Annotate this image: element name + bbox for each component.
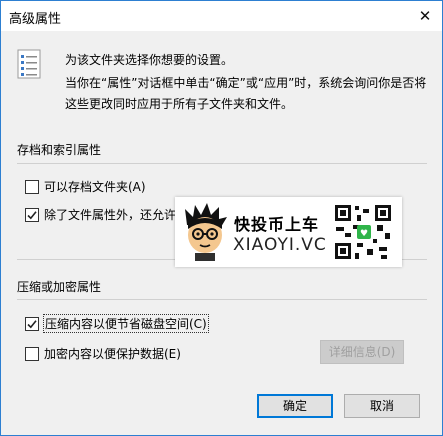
watermark-overlay: 快投币上车 XIAOYI.VC ♥ [175, 197, 402, 267]
advanced-attributes-dialog: 高级属性 ✕ 为该文件夹选择你想要的设置。 当你在“属性”对话框中单击“确定”或… [0, 0, 443, 436]
title-bar[interactable]: 高级属性 ✕ [1, 1, 442, 31]
qr-code-icon: ♥ [333, 203, 393, 261]
cancel-button[interactable]: 取消 [344, 394, 420, 418]
archive-checkbox[interactable]: 可以存档文件夹(A) [25, 178, 146, 195]
compress-checkbox-label: 压缩内容以便节省磁盘空间(C) [43, 314, 209, 333]
instruction-text: 为该文件夹选择你想要的设置。 [65, 53, 234, 67]
window-title: 高级属性 [9, 12, 62, 27]
archive-checkbox-label: 可以存档文件夹(A) [44, 180, 146, 194]
svg-text:♥: ♥ [360, 229, 368, 239]
cartoon-avatar-icon [185, 203, 227, 261]
compress-group-title: 压缩或加密属性 [17, 280, 102, 294]
watermark-name: 快投币上车 [234, 215, 320, 234]
archive-group-divider [17, 163, 427, 164]
index-checkbox[interactable]: 除了文件属性外，还允许 [25, 206, 176, 223]
encrypt-checkbox-label: 加密内容以便保护数据(E) [44, 347, 181, 361]
checkbox-unchecked-icon[interactable] [25, 346, 39, 361]
checkbox-unchecked-icon[interactable] [25, 179, 39, 194]
checkmark-icon[interactable] [25, 207, 39, 222]
archive-group-title: 存档和索引属性 [17, 143, 102, 157]
index-checkbox-label: 除了文件属性外，还允许 [44, 208, 177, 222]
encrypt-checkbox[interactable]: 加密内容以便保护数据(E) [25, 345, 181, 362]
details-button[interactable]: 详细信息(D) [320, 340, 404, 364]
watermark-domain: XIAOYI.VC [233, 235, 327, 255]
apply-note-text: 当你在“属性”对话框中单击“确定”或“应用”时，系统会询问你是否将这些更改同时应… [65, 76, 427, 111]
close-icon[interactable]: ✕ [414, 6, 436, 26]
ok-button[interactable]: 确定 [257, 394, 333, 418]
compress-group-divider [17, 299, 427, 300]
compress-checkbox[interactable]: 压缩内容以便节省磁盘空间(C) [25, 314, 209, 333]
checkmark-icon[interactable] [25, 316, 39, 331]
properties-list-icon [17, 49, 41, 79]
